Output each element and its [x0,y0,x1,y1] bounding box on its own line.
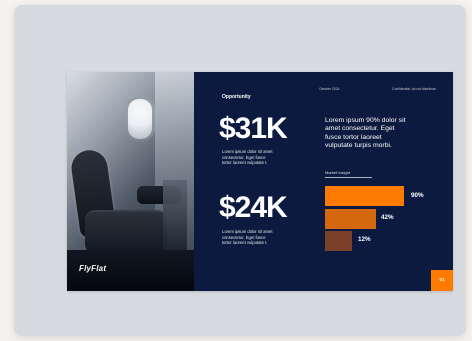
brand-logo: FlyFlat [79,264,107,273]
insight-label-12: 12% [358,236,371,243]
metric-description-1: Lorem ipsum dolor sit amet consectetur. … [222,149,273,166]
headline: Lorem ipsum 90% dolor sit amet consectet… [325,117,406,150]
date-label: October 2024 [319,87,340,91]
market-insight-label: Market Insight [325,170,351,175]
confidential-label: Confidential, do not distribute [392,87,436,91]
slide: FlyFlat Opportunity October 2024 Confide… [67,72,453,291]
metric-value-1: $31K [219,112,288,145]
page-number: 01 [439,277,445,282]
insight-bar-90 [325,186,404,206]
metric-value-2: $24K [219,191,288,224]
cabin-photo: FlyFlat [67,72,194,291]
market-insight-divider [325,177,372,178]
insight-bar-12 [325,231,352,251]
cabinet-image [163,180,187,252]
metric-description-2: Lorem ipsum dolor sit amet consectetur. … [222,229,273,246]
window-image [125,96,155,142]
presentation-card: FlyFlat Opportunity October 2024 Confide… [14,5,466,336]
page-number-tab: 01 [431,270,453,291]
seat-base-image [85,210,167,254]
insight-label-42: 42% [381,214,394,221]
insight-bar-42 [325,209,376,229]
insight-label-90: 90% [411,192,424,199]
section-title: Opportunity [222,94,251,100]
